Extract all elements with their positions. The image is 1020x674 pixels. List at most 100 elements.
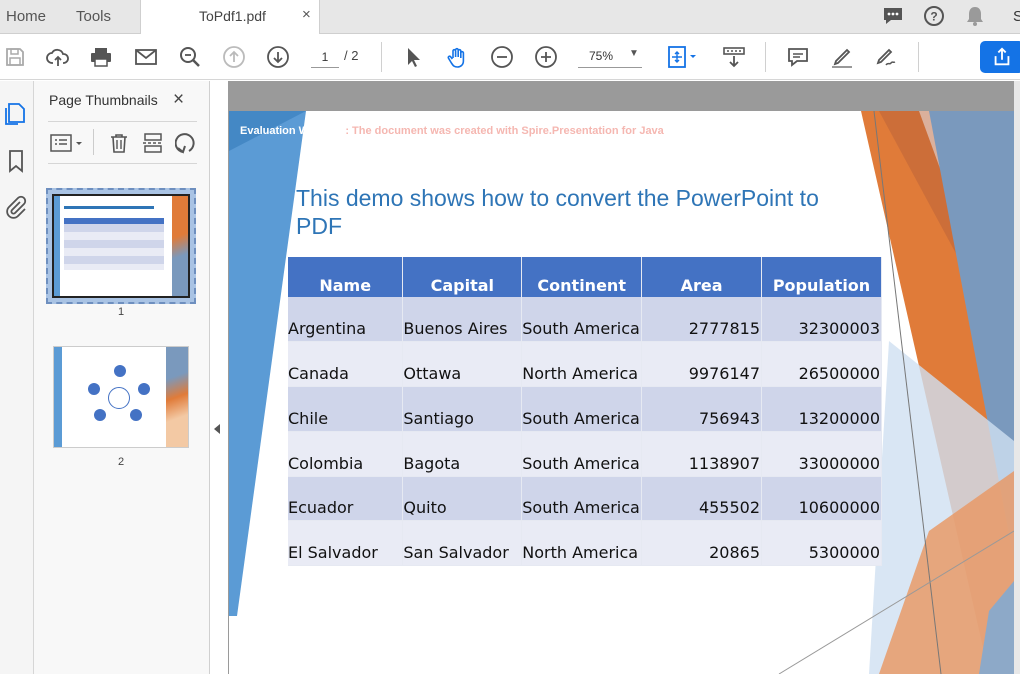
table-cell: North America [521, 520, 643, 567]
navigation-rail [0, 81, 34, 674]
scroll-mode-icon[interactable] [722, 45, 746, 69]
table-cell: 9976147 [641, 341, 763, 388]
table-body: Argentina Buenos Aires South America 277781… [288, 297, 882, 567]
table-cell: 13200000 [761, 386, 882, 432]
pdf-page: Evaluation Warning : The document was cr… [229, 111, 1014, 674]
print-icon[interactable] [89, 45, 113, 69]
table-cell: South America [521, 476, 643, 522]
svg-text:?: ? [930, 10, 937, 24]
column-header: Population [761, 257, 882, 297]
toolbar-divider [765, 42, 766, 72]
zoom-value: 75% [589, 49, 614, 63]
collapse-panel-icon[interactable] [214, 424, 220, 434]
thumbnails-panel: Page Thumbnails × 1 2 [34, 81, 210, 674]
table-cell: 455502 [641, 476, 763, 522]
table-cell: South America [521, 431, 643, 477]
table-cell: Canada [288, 341, 404, 388]
tab-tools[interactable]: Tools [76, 8, 111, 25]
zoom-out-icon[interactable] [490, 45, 514, 69]
column-header: Continent [521, 257, 643, 297]
notification-bell-icon[interactable] [964, 5, 986, 27]
table-cell: Ecuador [288, 476, 404, 522]
page-total: / 2 [344, 48, 359, 63]
table-row: El Salvador San Salvador North America 2086… [288, 520, 882, 567]
comment-icon[interactable] [882, 5, 904, 27]
watermark-label: Evaluation Warning [240, 125, 343, 137]
zoom-in-icon[interactable] [534, 45, 558, 69]
column-header: Name [288, 257, 404, 297]
table-cell: Argentina [288, 297, 404, 343]
table-row: Ecuador Quito South America 455502 10600000 [288, 476, 882, 522]
toolbar-divider [918, 42, 919, 72]
table-cell: 2777815 [641, 297, 763, 343]
main-toolbar: / 2 75% ▼ [0, 34, 1020, 80]
table-cell: San Salvador [402, 520, 523, 567]
table-cell: 756943 [641, 386, 763, 432]
toolbar-divider [93, 129, 94, 155]
table-row: Argentina Buenos Aires South America 277781… [288, 297, 882, 343]
panel-title: Page Thumbnails [49, 92, 158, 108]
table-cell: Buenos Aires [402, 297, 523, 343]
tab-home[interactable]: Home [6, 8, 46, 25]
table-cell: El Salvador [288, 520, 404, 567]
table-row: Canada Ottawa North America 9976147 26500000 [288, 341, 882, 388]
evaluation-watermark: Evaluation Warning : The document was cr… [240, 125, 664, 137]
highlight-pen-icon[interactable] [830, 45, 854, 69]
hand-tool-icon[interactable] [446, 45, 470, 69]
bookmark-icon[interactable] [3, 148, 29, 174]
table-row: Chile Santiago South America 756943 13200000 [288, 386, 882, 432]
save-icon[interactable] [3, 45, 27, 69]
share-icon [994, 47, 1010, 66]
table-cell: Santiago [402, 386, 523, 432]
sign-icon[interactable] [874, 45, 898, 69]
page-thumbnail-2[interactable] [53, 346, 189, 448]
table-cell: 1138907 [641, 431, 763, 477]
select-arrow-icon[interactable] [402, 45, 426, 69]
data-table: Name Capital Continent Area Population Argen… [288, 257, 882, 567]
search-zoom-icon[interactable] [178, 45, 202, 69]
panel-divider [48, 163, 197, 164]
thumbnail-page-number: 2 [117, 456, 125, 468]
page-thumbnails-icon[interactable] [3, 101, 29, 127]
share-button[interactable] [980, 41, 1020, 73]
help-icon[interactable]: ? [923, 5, 945, 27]
account-initial[interactable]: S [1013, 8, 1020, 25]
fit-page-icon[interactable] [667, 45, 701, 69]
page-thumbnail-1[interactable] [46, 188, 196, 304]
thumbnail-options-icon[interactable] [49, 131, 87, 155]
tab-bar: Home Tools ToPdf1.pdf × ? S [0, 0, 1020, 35]
watermark-text: : The document was created with Spire.Pr… [342, 125, 664, 137]
table-cell: North America [521, 341, 643, 388]
panel-divider [48, 121, 197, 122]
attachment-icon[interactable] [3, 194, 29, 220]
zoom-select[interactable]: 75% ▼ [578, 46, 642, 68]
previous-page-icon[interactable] [222, 45, 246, 69]
delete-page-icon[interactable] [107, 131, 131, 155]
column-header: Area [641, 257, 763, 297]
close-panel-icon[interactable]: × [173, 89, 184, 111]
rotate-page-icon[interactable] [174, 131, 199, 155]
upload-cloud-icon[interactable] [46, 45, 70, 69]
close-tab-icon[interactable]: × [302, 6, 311, 23]
table-cell: Ottawa [402, 341, 523, 388]
page-number-input[interactable] [311, 46, 339, 68]
next-page-icon[interactable] [266, 45, 290, 69]
tab-document[interactable]: ToPdf1.pdf × [140, 0, 320, 35]
table-cell: Quito [402, 476, 523, 522]
document-tab-label: ToPdf1.pdf [199, 8, 266, 24]
table-cell: South America [521, 297, 643, 343]
insert-page-icon[interactable] [141, 131, 165, 155]
table-cell: 10600000 [761, 476, 882, 522]
table-cell: Chile [288, 386, 404, 432]
email-icon[interactable] [134, 45, 158, 69]
table-row: Colombia Bagota South America 1138907 330000… [288, 431, 882, 477]
vertical-scrollbar[interactable] [1014, 81, 1020, 674]
table-cell: Colombia [288, 431, 404, 477]
slide-title: This demo shows how to convert the Power… [296, 185, 819, 239]
table-header-row: Name Capital Continent Area Population [288, 257, 882, 297]
add-comment-icon[interactable] [786, 45, 810, 69]
thumbnail-page-number: 1 [117, 306, 125, 318]
table-cell: 32300003 [761, 297, 882, 343]
thumbnail-preview [52, 194, 190, 298]
table-cell: 5300000 [761, 520, 882, 567]
